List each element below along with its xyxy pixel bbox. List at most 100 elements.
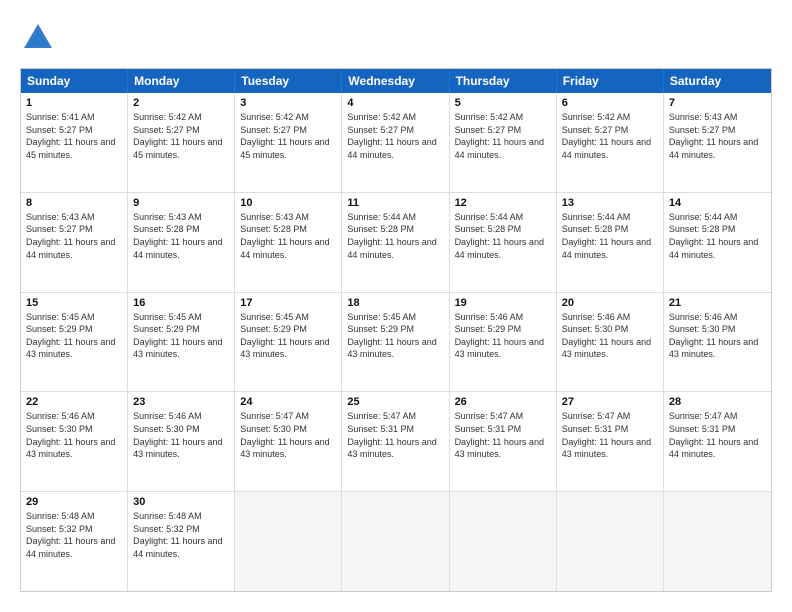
day-number: 11: [347, 197, 443, 209]
empty-cell: [664, 492, 771, 591]
day-number: 5: [455, 97, 551, 109]
calendar-row-2: 15 Sunrise: 5:45 AMSunset: 5:29 PMDayligh…: [21, 292, 771, 392]
day-number: 9: [133, 197, 229, 209]
day-info: Sunrise: 5:45 AMSunset: 5:29 PMDaylight:…: [347, 311, 443, 361]
day-number: 12: [455, 197, 551, 209]
day-cell-9: 9Sunrise: 5:43 AMSunset: 5:28 PMDaylight…: [128, 193, 235, 292]
logo-icon: [20, 20, 56, 56]
header-cell-monday: Monday: [128, 69, 235, 93]
day-number: 22: [26, 396, 122, 408]
day-info: Sunrise: 5:44 AMSunset: 5:28 PMDaylight:…: [347, 211, 443, 261]
day-number: 13: [562, 197, 658, 209]
day-info: Sunrise: 5:42 AMSunset: 5:27 PMDaylight:…: [347, 111, 443, 161]
day-info: Sunrise: 5:42 AMSunset: 5:27 PMDaylight:…: [133, 111, 229, 161]
day-info: Sunrise: 5:44 AMSunset: 5:28 PMDaylight:…: [455, 211, 551, 261]
day-number: 18: [347, 297, 443, 309]
day-cell-16: 16 Sunrise: 5:45 AMSunset: 5:29 PMDayligh…: [128, 293, 235, 392]
day-number: 8: [26, 197, 122, 209]
empty-cell: [450, 492, 557, 591]
day-cell-10: 10 Sunrise: 5:43 AMSunset: 5:28 PMDayligh…: [235, 193, 342, 292]
day-cell-1: 1 Sunrise: 5:41 AMSunset: 5:27 PMDaylight…: [21, 93, 128, 192]
day-number: 3: [240, 97, 336, 109]
day-number: 26: [455, 396, 551, 408]
header-cell-friday: Friday: [557, 69, 664, 93]
day-cell-12: 12 Sunrise: 5:44 AMSunset: 5:28 PMDayligh…: [450, 193, 557, 292]
day-info: Sunrise: 5:42 AMSunset: 5:27 PMDaylight:…: [455, 111, 551, 161]
day-number: 28: [669, 396, 766, 408]
day-cell-15: 15 Sunrise: 5:45 AMSunset: 5:29 PMDayligh…: [21, 293, 128, 392]
day-cell-27: 27Sunrise: 5:47 AMSunset: 5:31 PMDayligh…: [557, 392, 664, 491]
calendar-row-0: 1 Sunrise: 5:41 AMSunset: 5:27 PMDaylight…: [21, 93, 771, 192]
calendar-header: SundayMondayTuesdayWednesdayThursdayFrid…: [21, 69, 771, 93]
day-number: 21: [669, 297, 766, 309]
day-number: 25: [347, 396, 443, 408]
day-number: 20: [562, 297, 658, 309]
day-cell-28: 28 Sunrise: 5:47 AMSunset: 5:31 PMDayligh…: [664, 392, 771, 491]
day-info: Sunrise: 5:47 AMSunset: 5:31 PMDaylight:…: [455, 410, 551, 460]
day-number: 24: [240, 396, 336, 408]
day-info: Sunrise: 5:46 AMSunset: 5:30 PMDaylight:…: [133, 410, 229, 460]
day-cell-14: 14 Sunrise: 5:44 AMSunset: 5:28 PMDayligh…: [664, 193, 771, 292]
day-cell-20: 20 Sunrise: 5:46 AMSunset: 5:30 PMDayligh…: [557, 293, 664, 392]
empty-cell: [235, 492, 342, 591]
day-cell-17: 17 Sunrise: 5:45 AMSunset: 5:29 PMDayligh…: [235, 293, 342, 392]
day-info: Sunrise: 5:43 AMSunset: 5:27 PMDaylight:…: [26, 211, 122, 261]
day-info: Sunrise: 5:47 AMSunset: 5:31 PMDaylight:…: [347, 410, 443, 460]
day-info: Sunrise: 5:48 AMSunset: 5:32 PMDaylight:…: [26, 510, 122, 560]
day-number: 15: [26, 297, 122, 309]
day-info: Sunrise: 5:42 AMSunset: 5:27 PMDaylight:…: [562, 111, 658, 161]
day-info: Sunrise: 5:46 AMSunset: 5:30 PMDaylight:…: [562, 311, 658, 361]
day-number: 17: [240, 297, 336, 309]
page-header: [20, 20, 772, 56]
day-info: Sunrise: 5:42 AMSunset: 5:27 PMDaylight:…: [240, 111, 336, 161]
day-cell-6: 6 Sunrise: 5:42 AMSunset: 5:27 PMDaylight…: [557, 93, 664, 192]
calendar-row-1: 8 Sunrise: 5:43 AMSunset: 5:27 PMDaylight…: [21, 192, 771, 292]
day-cell-11: 11 Sunrise: 5:44 AMSunset: 5:28 PMDayligh…: [342, 193, 449, 292]
day-number: 27: [562, 396, 658, 408]
empty-cell: [342, 492, 449, 591]
day-cell-18: 18 Sunrise: 5:45 AMSunset: 5:29 PMDayligh…: [342, 293, 449, 392]
logo: [20, 20, 56, 56]
day-number: 29: [26, 496, 122, 508]
day-cell-21: 21 Sunrise: 5:46 AMSunset: 5:30 PMDayligh…: [664, 293, 771, 392]
day-cell-24: 24Sunrise: 5:47 AMSunset: 5:30 PMDayligh…: [235, 392, 342, 491]
header-cell-wednesday: Wednesday: [342, 69, 449, 93]
calendar-row-4: 29 Sunrise: 5:48 AMSunset: 5:32 PMDayligh…: [21, 491, 771, 591]
day-info: Sunrise: 5:45 AMSunset: 5:29 PMDaylight:…: [26, 311, 122, 361]
day-cell-8: 8 Sunrise: 5:43 AMSunset: 5:27 PMDaylight…: [21, 193, 128, 292]
day-info: Sunrise: 5:41 AMSunset: 5:27 PMDaylight:…: [26, 111, 122, 161]
day-number: 14: [669, 197, 766, 209]
calendar: SundayMondayTuesdayWednesdayThursdayFrid…: [20, 68, 772, 592]
day-cell-29: 29 Sunrise: 5:48 AMSunset: 5:32 PMDayligh…: [21, 492, 128, 591]
day-cell-19: 19 Sunrise: 5:46 AMSunset: 5:29 PMDayligh…: [450, 293, 557, 392]
day-info: Sunrise: 5:48 AMSunset: 5:32 PMDaylight:…: [133, 510, 229, 560]
header-cell-tuesday: Tuesday: [235, 69, 342, 93]
header-cell-saturday: Saturday: [664, 69, 771, 93]
day-cell-30: 30 Sunrise: 5:48 AMSunset: 5:32 PMDayligh…: [128, 492, 235, 591]
day-number: 30: [133, 496, 229, 508]
day-info: Sunrise: 5:43 AMSunset: 5:28 PMDaylight:…: [240, 211, 336, 261]
day-cell-2: 2Sunrise: 5:42 AMSunset: 5:27 PMDaylight…: [128, 93, 235, 192]
day-number: 7: [669, 97, 766, 109]
day-info: Sunrise: 5:46 AMSunset: 5:30 PMDaylight:…: [26, 410, 122, 460]
calendar-body: 1 Sunrise: 5:41 AMSunset: 5:27 PMDaylight…: [21, 93, 771, 591]
day-info: Sunrise: 5:45 AMSunset: 5:29 PMDaylight:…: [133, 311, 229, 361]
day-number: 10: [240, 197, 336, 209]
day-info: Sunrise: 5:43 AMSunset: 5:27 PMDaylight:…: [669, 111, 766, 161]
day-number: 1: [26, 97, 122, 109]
day-cell-7: 7 Sunrise: 5:43 AMSunset: 5:27 PMDaylight…: [664, 93, 771, 192]
day-info: Sunrise: 5:46 AMSunset: 5:29 PMDaylight:…: [455, 311, 551, 361]
day-number: 4: [347, 97, 443, 109]
day-info: Sunrise: 5:44 AMSunset: 5:28 PMDaylight:…: [669, 211, 766, 261]
day-number: 19: [455, 297, 551, 309]
day-cell-22: 22 Sunrise: 5:46 AMSunset: 5:30 PMDayligh…: [21, 392, 128, 491]
header-cell-thursday: Thursday: [450, 69, 557, 93]
day-number: 6: [562, 97, 658, 109]
header-cell-sunday: Sunday: [21, 69, 128, 93]
day-info: Sunrise: 5:45 AMSunset: 5:29 PMDaylight:…: [240, 311, 336, 361]
day-cell-5: 5 Sunrise: 5:42 AMSunset: 5:27 PMDaylight…: [450, 93, 557, 192]
day-info: Sunrise: 5:46 AMSunset: 5:30 PMDaylight:…: [669, 311, 766, 361]
day-cell-4: 4 Sunrise: 5:42 AMSunset: 5:27 PMDaylight…: [342, 93, 449, 192]
day-info: Sunrise: 5:47 AMSunset: 5:31 PMDaylight:…: [669, 410, 766, 460]
day-number: 16: [133, 297, 229, 309]
